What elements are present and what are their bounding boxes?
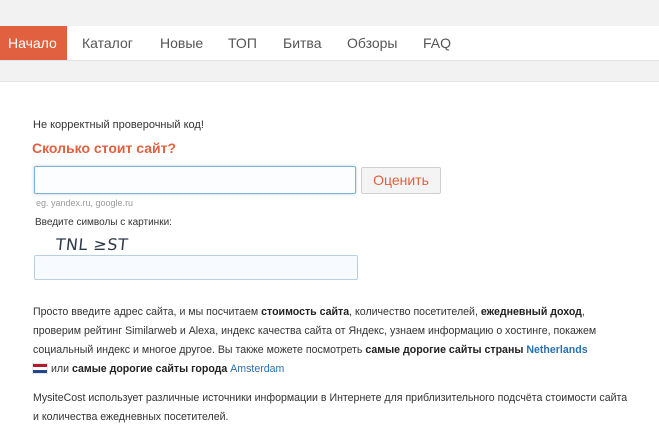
error-message: Не корректный проверочный код! [33, 119, 204, 131]
description-paragraph: Просто введите адрес сайта, и мы посчита… [33, 306, 597, 375]
netherlands-flag-icon [33, 364, 47, 373]
spacer [0, 61, 659, 81]
country-link[interactable]: Netherlands [526, 344, 587, 356]
site-url-input[interactable] [34, 166, 356, 194]
nav-item-catalog[interactable]: Каталог [82, 26, 133, 60]
main-content: Не корректный проверочный код! Сколько с… [0, 81, 659, 431]
city-link[interactable]: Amsterdam [230, 363, 284, 375]
nav-item-new[interactable]: Новые [160, 26, 203, 60]
nav-item-home[interactable]: Начало [0, 26, 67, 60]
nav-item-top[interactable]: ТОП [228, 26, 257, 60]
input-hint: eg. yandex.ru, google.ru [36, 198, 134, 208]
evaluate-button[interactable]: Оценить [361, 167, 441, 194]
top-strip [0, 0, 659, 26]
main-navigation: Начало Каталог Новые ТОП Битва Обзоры FA… [0, 26, 659, 61]
nav-item-reviews[interactable]: Обзоры [347, 26, 398, 60]
nav-item-faq[interactable]: FAQ [423, 26, 451, 60]
captcha-text: TNL ≥ST [55, 235, 129, 254]
captcha-input[interactable] [34, 255, 358, 280]
captcha-label: Введите символы с картинки: [35, 217, 172, 228]
page-heading: Сколько стоит сайт? [32, 140, 177, 156]
info-paragraph: MysiteCost использует различные источник… [33, 392, 628, 423]
nav-item-battle[interactable]: Битва [283, 26, 322, 60]
captcha-image: TNL ≥ST [55, 235, 129, 254]
